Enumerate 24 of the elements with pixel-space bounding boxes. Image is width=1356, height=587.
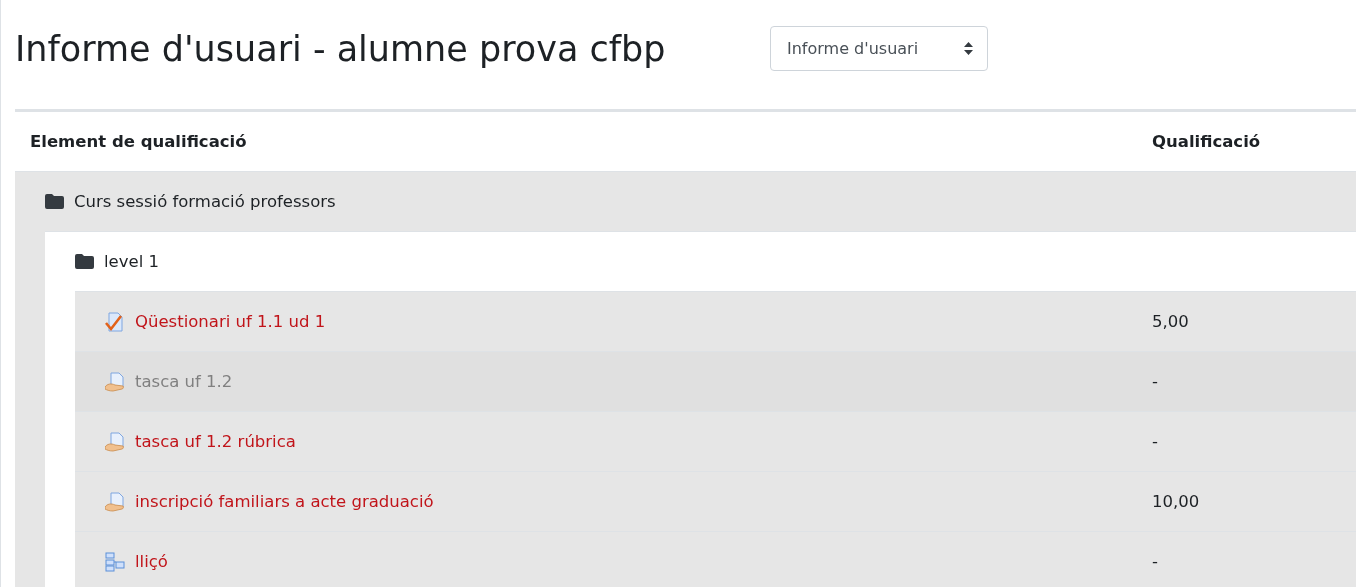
grade-cell-text: 5,00 [1152, 312, 1190, 331]
activity-link[interactable]: lliçó [135, 552, 168, 571]
activity-link[interactable]: tasca uf 1.2 [135, 372, 233, 391]
hand-document-icon [105, 431, 125, 452]
activity-link[interactable]: Qüestionari uf 1.1 ud 1 [135, 312, 326, 331]
grade-cell-text: - [1152, 552, 1159, 571]
sort-caret-icon [964, 42, 973, 55]
grade-cell-text: - [1152, 432, 1159, 451]
column-header: Qualificació [1152, 132, 1262, 151]
flowchart-icon [105, 551, 125, 572]
folder-icon [75, 254, 94, 269]
grade-cell-text: - [1152, 372, 1159, 391]
category-name: Curs sessió formació professors [74, 192, 336, 211]
page-title: Informe d'usuari - alumne prova cfbp [15, 28, 667, 71]
grade-cell-text: 10,00 [1152, 492, 1201, 511]
activity-link[interactable]: inscripció familiars a acte graduació [135, 492, 434, 511]
checked-document-icon [105, 311, 125, 332]
column-header: Element de qualificació [30, 132, 247, 151]
activity-link[interactable]: tasca uf 1.2 rúbrica [135, 432, 296, 451]
category-name: level 1 [104, 252, 159, 271]
hand-document-icon [105, 491, 125, 512]
folder-icon [45, 194, 64, 209]
hand-document-icon [105, 371, 125, 392]
report-select[interactable]: Informe d'usuari [770, 26, 988, 71]
